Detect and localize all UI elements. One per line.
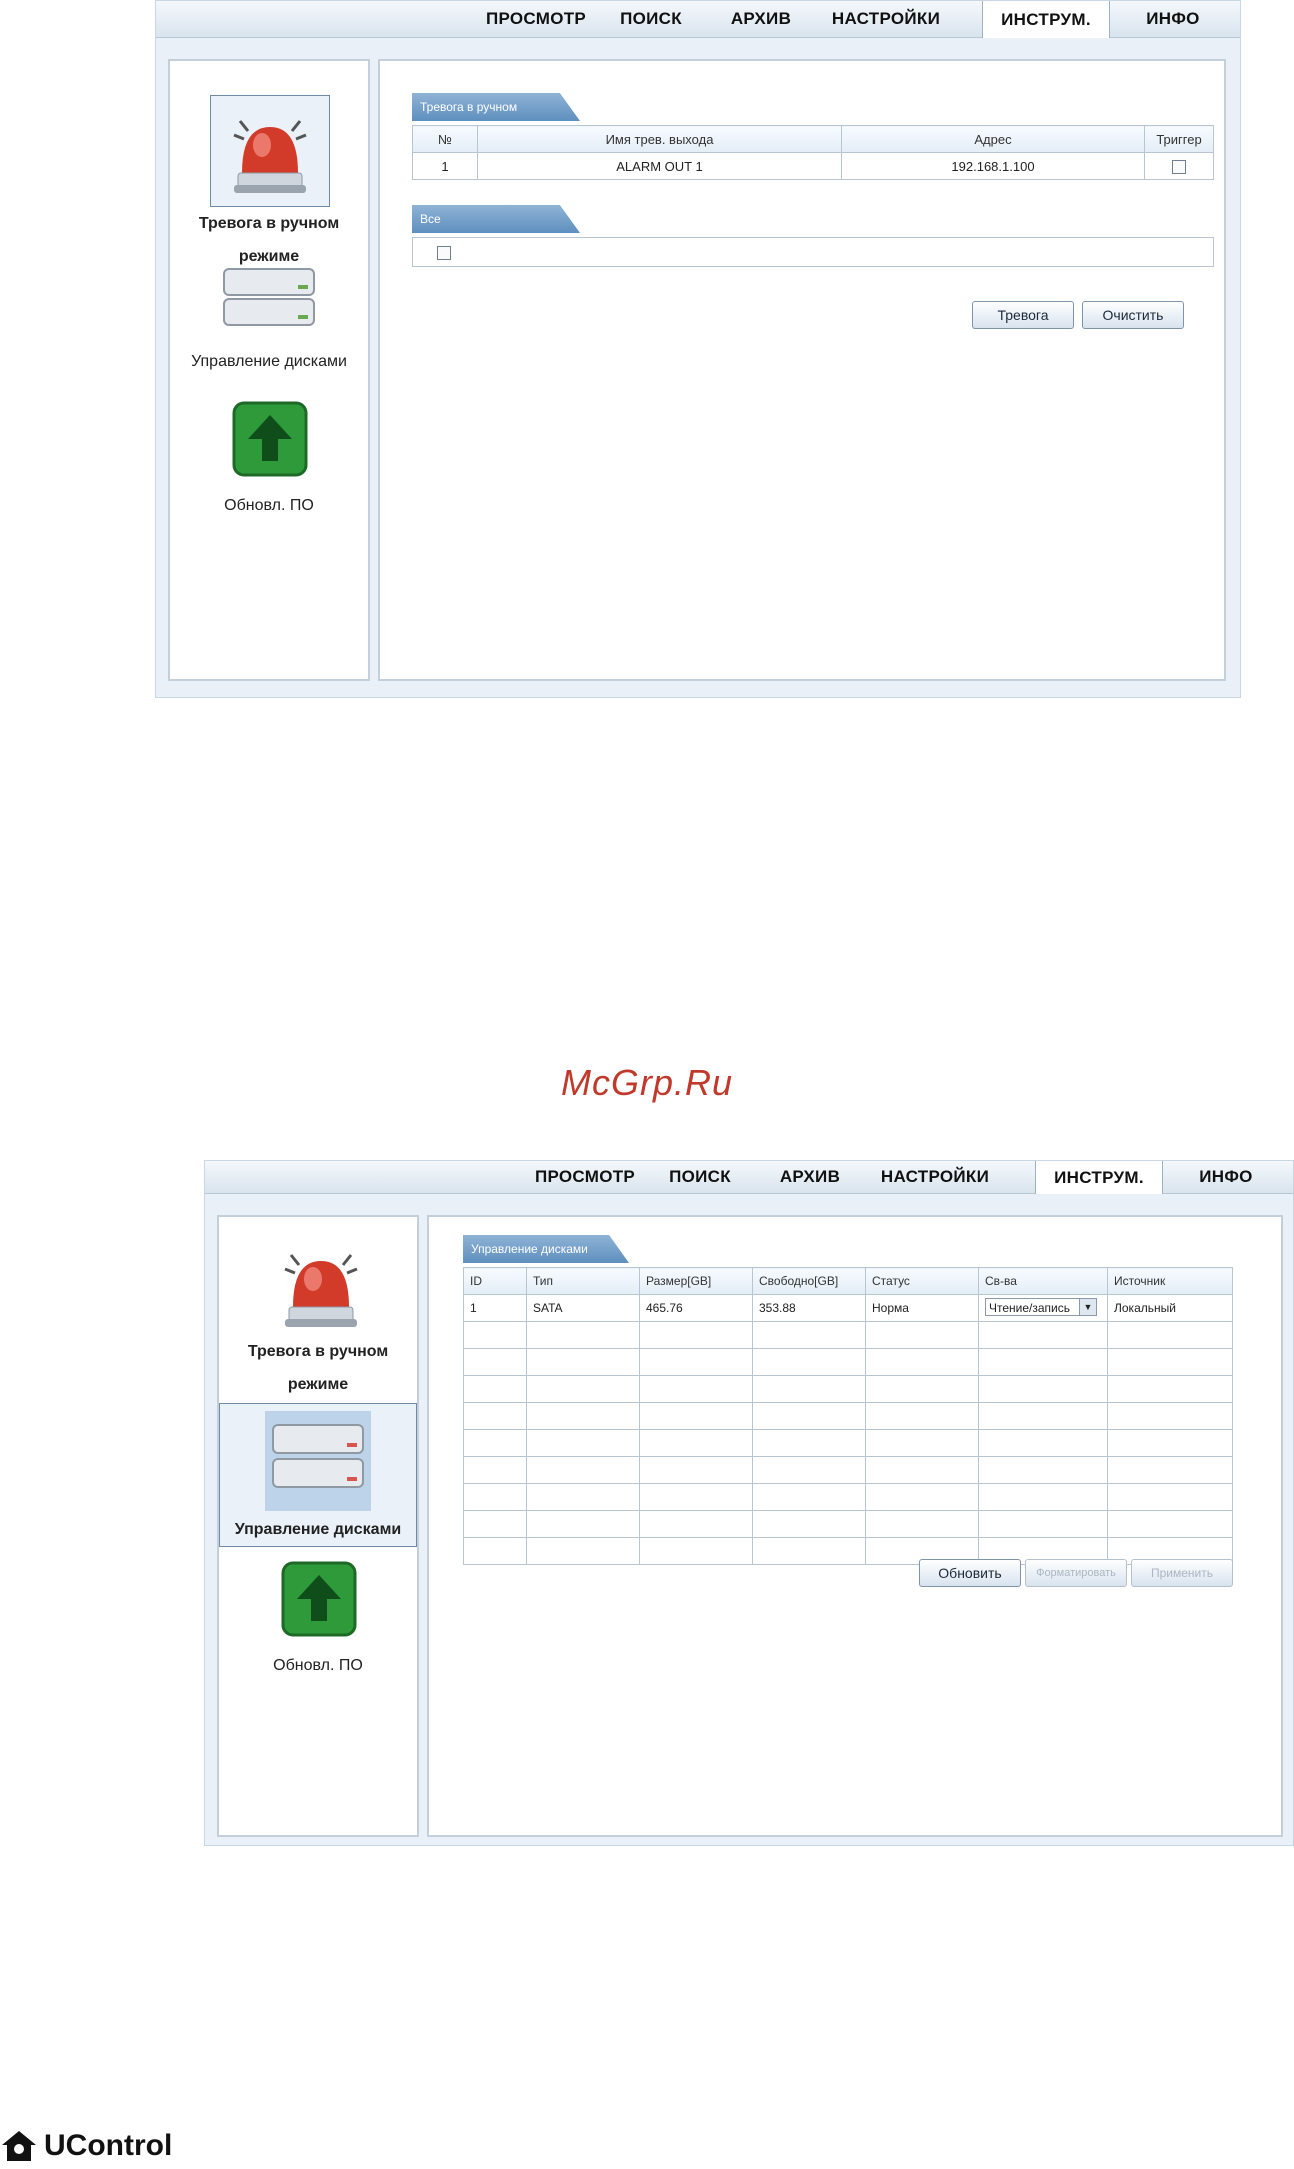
- upgrade-tool[interactable]: Обновл. ПО: [170, 489, 368, 522]
- table-row-empty: [463, 1483, 1233, 1511]
- table-row: 1 ALARM OUT 1 192.168.1.100: [412, 152, 1214, 180]
- disk-tool-label: Управление дисками: [191, 353, 347, 370]
- all-section-title: Все: [412, 205, 580, 233]
- table-header-row: ID Тип Размер[GB] Свободно[GB] Статус Св…: [463, 1267, 1233, 1295]
- tab-view[interactable]: ПРОСМОТР: [525, 1161, 645, 1193]
- cell-type: SATA: [526, 1294, 640, 1322]
- alarm-output-table: № Имя трев. выхода Адрес Триггер 1 ALARM…: [412, 125, 1214, 180]
- table-header-row: № Имя трев. выхода Адрес Триггер: [412, 125, 1214, 153]
- cell-size: 465.76: [639, 1294, 753, 1322]
- tab-archive[interactable]: АРХИВ: [706, 1, 816, 37]
- cell-name: ALARM OUT 1: [477, 152, 842, 180]
- chevron-down-icon[interactable]: ▼: [1079, 1298, 1096, 1315]
- top-nav: ПРОСМОТР ПОИСК АРХИВ НАСТРОЙКИ ИНСТРУМ. …: [205, 1161, 1293, 1194]
- tab-tools[interactable]: ИНСТРУМ.: [1035, 1161, 1163, 1194]
- table-row-empty: [463, 1429, 1233, 1457]
- alarm-section-title: Тревога в ручном: [412, 93, 580, 121]
- disk-table: ID Тип Размер[GB] Свободно[GB] Статус Св…: [463, 1267, 1233, 1565]
- disk-tool[interactable]: Управление дисками: [219, 1513, 417, 1546]
- screenshot-alarm-manual: ПРОСМОТР ПОИСК АРХИВ НАСТРОЙКИ ИНСТРУМ. …: [155, 0, 1241, 698]
- refresh-button[interactable]: Обновить: [919, 1559, 1021, 1587]
- table-row-empty: [463, 1510, 1233, 1538]
- cell-free: 353.88: [752, 1294, 866, 1322]
- alarm-tool-label: Тревога в ручном режиме: [247, 1343, 389, 1393]
- brand-name: UControl: [44, 2129, 173, 2162]
- apply-button[interactable]: Применить: [1131, 1559, 1233, 1587]
- col-status: Статус: [865, 1267, 979, 1295]
- col-source: Источник: [1107, 1267, 1233, 1295]
- alarm-siren-icon[interactable]: [271, 1235, 371, 1340]
- col-no: №: [412, 125, 478, 153]
- tab-view[interactable]: ПРОСМОТР: [476, 1, 596, 37]
- tab-settings[interactable]: НАСТРОЙКИ: [816, 1, 956, 37]
- alarm-siren-icon[interactable]: [220, 101, 320, 206]
- disk-stack-icon[interactable]: [214, 261, 324, 346]
- all-table: [412, 237, 1214, 267]
- property-select[interactable]: Чтение/запись ▼: [985, 1297, 1097, 1316]
- alarm-main-panel: Тревога в ручном № Имя трев. выхода Адре…: [378, 59, 1226, 681]
- col-size: Размер[GB]: [639, 1267, 753, 1295]
- cell-status: Норма: [865, 1294, 979, 1322]
- tools-sidebar: Тревога в ручном режиме Управление диска…: [168, 59, 370, 681]
- tab-search[interactable]: ПОИСК: [645, 1161, 755, 1193]
- col-id: ID: [463, 1267, 527, 1295]
- col-address: Адрес: [841, 125, 1145, 153]
- footer-logo: UControl: [0, 2128, 172, 2164]
- upgrade-arrow-icon[interactable]: [232, 401, 308, 482]
- tools-sidebar: Тревога в ручном режиме Управление диска…: [217, 1215, 419, 1837]
- table-row-empty: [463, 1375, 1233, 1403]
- tab-search[interactable]: ПОИСК: [596, 1, 706, 37]
- upgrade-arrow-icon[interactable]: [281, 1561, 357, 1642]
- cell-id: 1: [463, 1294, 527, 1322]
- tab-tools[interactable]: ИНСТРУМ.: [982, 1, 1110, 38]
- clear-button[interactable]: Очистить: [1082, 301, 1184, 329]
- table-row[interactable]: 1 SATA 465.76 353.88 Норма Чтение/запись…: [463, 1294, 1233, 1322]
- table-row-empty: [463, 1402, 1233, 1430]
- upgrade-tool[interactable]: Обновл. ПО: [219, 1649, 417, 1682]
- cell-trigger: [1144, 152, 1214, 180]
- all-row: [412, 237, 1214, 267]
- cell-property: Чтение/запись ▼: [978, 1294, 1108, 1322]
- trigger-checkbox[interactable]: [1172, 159, 1186, 174]
- col-property: Св-ва: [978, 1267, 1108, 1295]
- cell-address: 192.168.1.100: [841, 152, 1145, 180]
- disk-section-title: Управление дисками: [463, 1235, 629, 1263]
- disk-stack-icon[interactable]: [263, 1411, 373, 1516]
- format-button[interactable]: Форматировать: [1025, 1559, 1127, 1587]
- alarm-tool[interactable]: Тревога в ручном режиме: [219, 1335, 417, 1401]
- watermark: McGrp.Ru: [560, 1062, 734, 1103]
- tab-archive[interactable]: АРХИВ: [755, 1161, 865, 1193]
- top-nav: ПРОСМОТР ПОИСК АРХИВ НАСТРОЙКИ ИНСТРУМ. …: [156, 1, 1240, 38]
- col-free: Свободно[GB]: [752, 1267, 866, 1295]
- screenshot-disk-management: ПРОСМОТР ПОИСК АРХИВ НАСТРОЙКИ ИНСТРУМ. …: [204, 1160, 1294, 1846]
- upgrade-tool-label: Обновл. ПО: [273, 1657, 363, 1674]
- disk-main-panel: Управление дисками ID Тип Размер[GB] Сво…: [427, 1215, 1283, 1837]
- col-type: Тип: [526, 1267, 640, 1295]
- tab-settings[interactable]: НАСТРОЙКИ: [865, 1161, 1005, 1193]
- house-icon: [2, 2131, 36, 2161]
- disk-tool[interactable]: Управление дисками: [170, 345, 368, 378]
- alarm-button[interactable]: Тревога: [972, 301, 1074, 329]
- cell-no: 1: [412, 152, 478, 180]
- col-name: Имя трев. выхода: [477, 125, 842, 153]
- disk-tool-label: Управление дисками: [234, 1521, 402, 1538]
- property-select-value: Чтение/запись: [989, 1300, 1070, 1315]
- all-cell: [412, 237, 1214, 267]
- upgrade-tool-label: Обновл. ПО: [224, 497, 314, 514]
- tab-info[interactable]: ИНФО: [1108, 1, 1238, 37]
- all-checkbox[interactable]: [437, 245, 451, 260]
- cell-source: Локальный: [1107, 1294, 1233, 1322]
- col-trigger: Триггер: [1144, 125, 1214, 153]
- table-row-empty: [463, 1456, 1233, 1484]
- tab-info[interactable]: ИНФО: [1161, 1161, 1291, 1193]
- table-row-empty: [463, 1348, 1233, 1376]
- table-row-empty: [463, 1321, 1233, 1349]
